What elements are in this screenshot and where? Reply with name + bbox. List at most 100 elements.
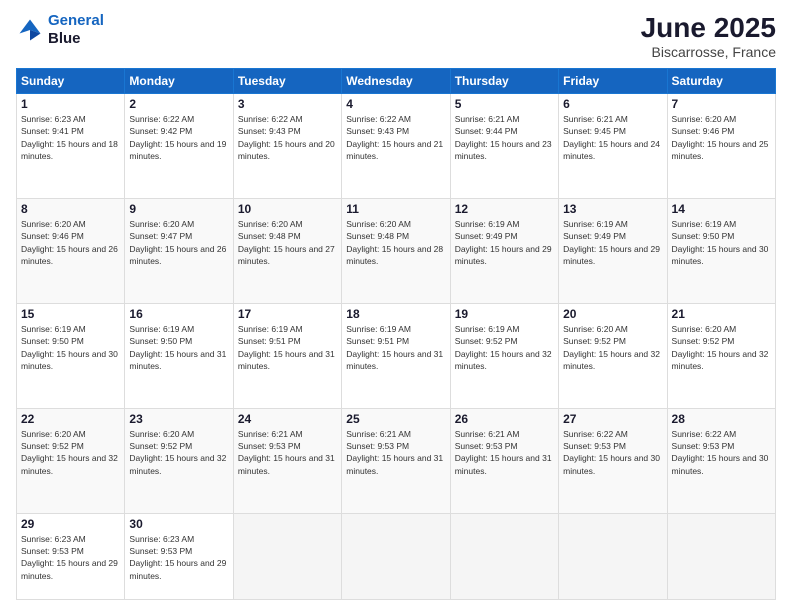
day-number: 26 <box>455 412 554 426</box>
day-info: Sunrise: 6:21 AMSunset: 9:53 PMDaylight:… <box>346 428 445 477</box>
day-number: 16 <box>129 307 228 321</box>
calendar-cell: 23 Sunrise: 6:20 AMSunset: 9:52 PMDayligh… <box>125 408 233 513</box>
day-number: 14 <box>672 202 771 216</box>
calendar-week-row: 1 Sunrise: 6:23 AMSunset: 9:41 PMDaylight… <box>17 94 776 199</box>
day-number: 25 <box>346 412 445 426</box>
logo-icon <box>16 16 44 44</box>
day-info: Sunrise: 6:21 AMSunset: 9:44 PMDaylight:… <box>455 113 554 162</box>
calendar-cell: 2 Sunrise: 6:22 AMSunset: 9:42 PMDaylight… <box>125 94 233 199</box>
calendar-header-cell: Saturday <box>667 69 775 94</box>
calendar-cell: 21 Sunrise: 6:20 AMSunset: 9:52 PMDayligh… <box>667 303 775 408</box>
day-info: Sunrise: 6:20 AMSunset: 9:48 PMDaylight:… <box>238 218 337 267</box>
calendar-cell: 26 Sunrise: 6:21 AMSunset: 9:53 PMDayligh… <box>450 408 558 513</box>
calendar-cell: 13 Sunrise: 6:19 AMSunset: 9:49 PMDayligh… <box>559 198 667 303</box>
day-info: Sunrise: 6:20 AMSunset: 9:46 PMDaylight:… <box>672 113 771 162</box>
calendar-cell <box>667 513 775 599</box>
calendar-week-row: 15 Sunrise: 6:19 AMSunset: 9:50 PMDayligh… <box>17 303 776 408</box>
day-number: 11 <box>346 202 445 216</box>
day-info: Sunrise: 6:21 AMSunset: 9:53 PMDaylight:… <box>238 428 337 477</box>
calendar-cell: 19Sunrise: 6:19 AMSunset: 9:52 PMDayligh… <box>450 303 558 408</box>
calendar-cell: 16 Sunrise: 6:19 AMSunset: 9:50 PMDayligh… <box>125 303 233 408</box>
calendar-cell: 18Sunrise: 6:19 AMSunset: 9:51 PMDayligh… <box>342 303 450 408</box>
day-info: Sunrise: 6:20 AMSunset: 9:52 PMDaylight:… <box>563 323 662 372</box>
calendar-cell <box>342 513 450 599</box>
day-info: Sunrise: 6:20 AMSunset: 9:52 PMDaylight:… <box>21 428 120 477</box>
day-number: 13 <box>563 202 662 216</box>
logo-line2: Blue <box>48 30 104 48</box>
calendar-week-row: 22 Sunrise: 6:20 AMSunset: 9:52 PMDayligh… <box>17 408 776 513</box>
day-info: Sunrise: 6:19 AMSunset: 9:51 PMDaylight:… <box>346 323 445 372</box>
day-number: 21 <box>672 307 771 321</box>
calendar-cell: 24 Sunrise: 6:21 AMSunset: 9:53 PMDayligh… <box>233 408 341 513</box>
day-number: 28 <box>672 412 771 426</box>
calendar-header-cell: Wednesday <box>342 69 450 94</box>
calendar-cell: 15 Sunrise: 6:19 AMSunset: 9:50 PMDayligh… <box>17 303 125 408</box>
day-number: 17 <box>238 307 337 321</box>
day-number: 27 <box>563 412 662 426</box>
calendar-cell: 7Sunrise: 6:20 AMSunset: 9:46 PMDaylight… <box>667 94 775 199</box>
day-info: Sunrise: 6:22 AMSunset: 9:42 PMDaylight:… <box>129 113 228 162</box>
day-info: Sunrise: 6:21 AMSunset: 9:53 PMDaylight:… <box>455 428 554 477</box>
day-info: Sunrise: 6:21 AMSunset: 9:45 PMDaylight:… <box>563 113 662 162</box>
day-number: 29 <box>21 517 120 531</box>
logo-line1: General <box>48 12 104 29</box>
calendar-table: SundayMondayTuesdayWednesdayThursdayFrid… <box>16 68 776 600</box>
day-info: Sunrise: 6:20 AMSunset: 9:48 PMDaylight:… <box>346 218 445 267</box>
day-number: 10 <box>238 202 337 216</box>
calendar-cell: 28 Sunrise: 6:22 AMSunset: 9:53 PMDayligh… <box>667 408 775 513</box>
day-number: 20 <box>563 307 662 321</box>
calendar-cell: 20 Sunrise: 6:20 AMSunset: 9:52 PMDayligh… <box>559 303 667 408</box>
day-info: Sunrise: 6:19 AMSunset: 9:50 PMDaylight:… <box>129 323 228 372</box>
calendar-cell: 14Sunrise: 6:19 AMSunset: 9:50 PMDayligh… <box>667 198 775 303</box>
calendar-cell: 30Sunrise: 6:23 AMSunset: 9:53 PMDayligh… <box>125 513 233 599</box>
day-number: 2 <box>129 97 228 111</box>
day-number: 8 <box>21 202 120 216</box>
day-info: Sunrise: 6:19 AMSunset: 9:49 PMDaylight:… <box>563 218 662 267</box>
calendar-cell <box>233 513 341 599</box>
day-info: Sunrise: 6:20 AMSunset: 9:52 PMDaylight:… <box>129 428 228 477</box>
calendar-cell: 11 Sunrise: 6:20 AMSunset: 9:48 PMDayligh… <box>342 198 450 303</box>
day-info: Sunrise: 6:23 AMSunset: 9:53 PMDaylight:… <box>21 533 120 582</box>
day-info: Sunrise: 6:19 AMSunset: 9:51 PMDaylight:… <box>238 323 337 372</box>
day-number: 12 <box>455 202 554 216</box>
calendar-cell: 25 Sunrise: 6:21 AMSunset: 9:53 PMDayligh… <box>342 408 450 513</box>
day-number: 4 <box>346 97 445 111</box>
day-info: Sunrise: 6:19 AMSunset: 9:49 PMDaylight:… <box>455 218 554 267</box>
calendar-cell <box>450 513 558 599</box>
logo: General Blue <box>16 12 104 48</box>
day-info: Sunrise: 6:20 AMSunset: 9:46 PMDaylight:… <box>21 218 120 267</box>
day-info: Sunrise: 6:23 AMSunset: 9:41 PMDaylight:… <box>21 113 120 162</box>
calendar-cell: 29 Sunrise: 6:23 AMSunset: 9:53 PMDayligh… <box>17 513 125 599</box>
day-number: 1 <box>21 97 120 111</box>
day-info: Sunrise: 6:22 AMSunset: 9:53 PMDaylight:… <box>672 428 771 477</box>
calendar-cell: 4 Sunrise: 6:22 AMSunset: 9:43 PMDaylight… <box>342 94 450 199</box>
day-number: 6 <box>563 97 662 111</box>
title-block: June 2025 Biscarrosse, France <box>641 12 776 60</box>
calendar-cell: 3 Sunrise: 6:22 AMSunset: 9:43 PMDaylight… <box>233 94 341 199</box>
day-info: Sunrise: 6:19 AMSunset: 9:50 PMDaylight:… <box>21 323 120 372</box>
logo-text: General Blue <box>48 12 104 48</box>
calendar-cell: 9Sunrise: 6:20 AMSunset: 9:47 PMDaylight… <box>125 198 233 303</box>
day-number: 19 <box>455 307 554 321</box>
calendar-week-row: 29 Sunrise: 6:23 AMSunset: 9:53 PMDayligh… <box>17 513 776 599</box>
day-info: Sunrise: 6:20 AMSunset: 9:52 PMDaylight:… <box>672 323 771 372</box>
day-number: 23 <box>129 412 228 426</box>
calendar-header-row: SundayMondayTuesdayWednesdayThursdayFrid… <box>17 69 776 94</box>
calendar-cell: 1 Sunrise: 6:23 AMSunset: 9:41 PMDaylight… <box>17 94 125 199</box>
day-number: 24 <box>238 412 337 426</box>
subtitle: Biscarrosse, France <box>641 44 776 60</box>
calendar-header-cell: Thursday <box>450 69 558 94</box>
calendar-header-cell: Sunday <box>17 69 125 94</box>
day-number: 30 <box>129 517 228 531</box>
day-info: Sunrise: 6:22 AMSunset: 9:43 PMDaylight:… <box>238 113 337 162</box>
page: General Blue June 2025 Biscarrosse, Fran… <box>0 0 792 612</box>
calendar-cell: 8 Sunrise: 6:20 AMSunset: 9:46 PMDaylight… <box>17 198 125 303</box>
day-number: 15 <box>21 307 120 321</box>
day-number: 5 <box>455 97 554 111</box>
day-number: 22 <box>21 412 120 426</box>
day-number: 3 <box>238 97 337 111</box>
calendar-cell: 17 Sunrise: 6:19 AMSunset: 9:51 PMDayligh… <box>233 303 341 408</box>
day-info: Sunrise: 6:22 AMSunset: 9:53 PMDaylight:… <box>563 428 662 477</box>
day-info: Sunrise: 6:22 AMSunset: 9:43 PMDaylight:… <box>346 113 445 162</box>
calendar-cell: 10 Sunrise: 6:20 AMSunset: 9:48 PMDayligh… <box>233 198 341 303</box>
